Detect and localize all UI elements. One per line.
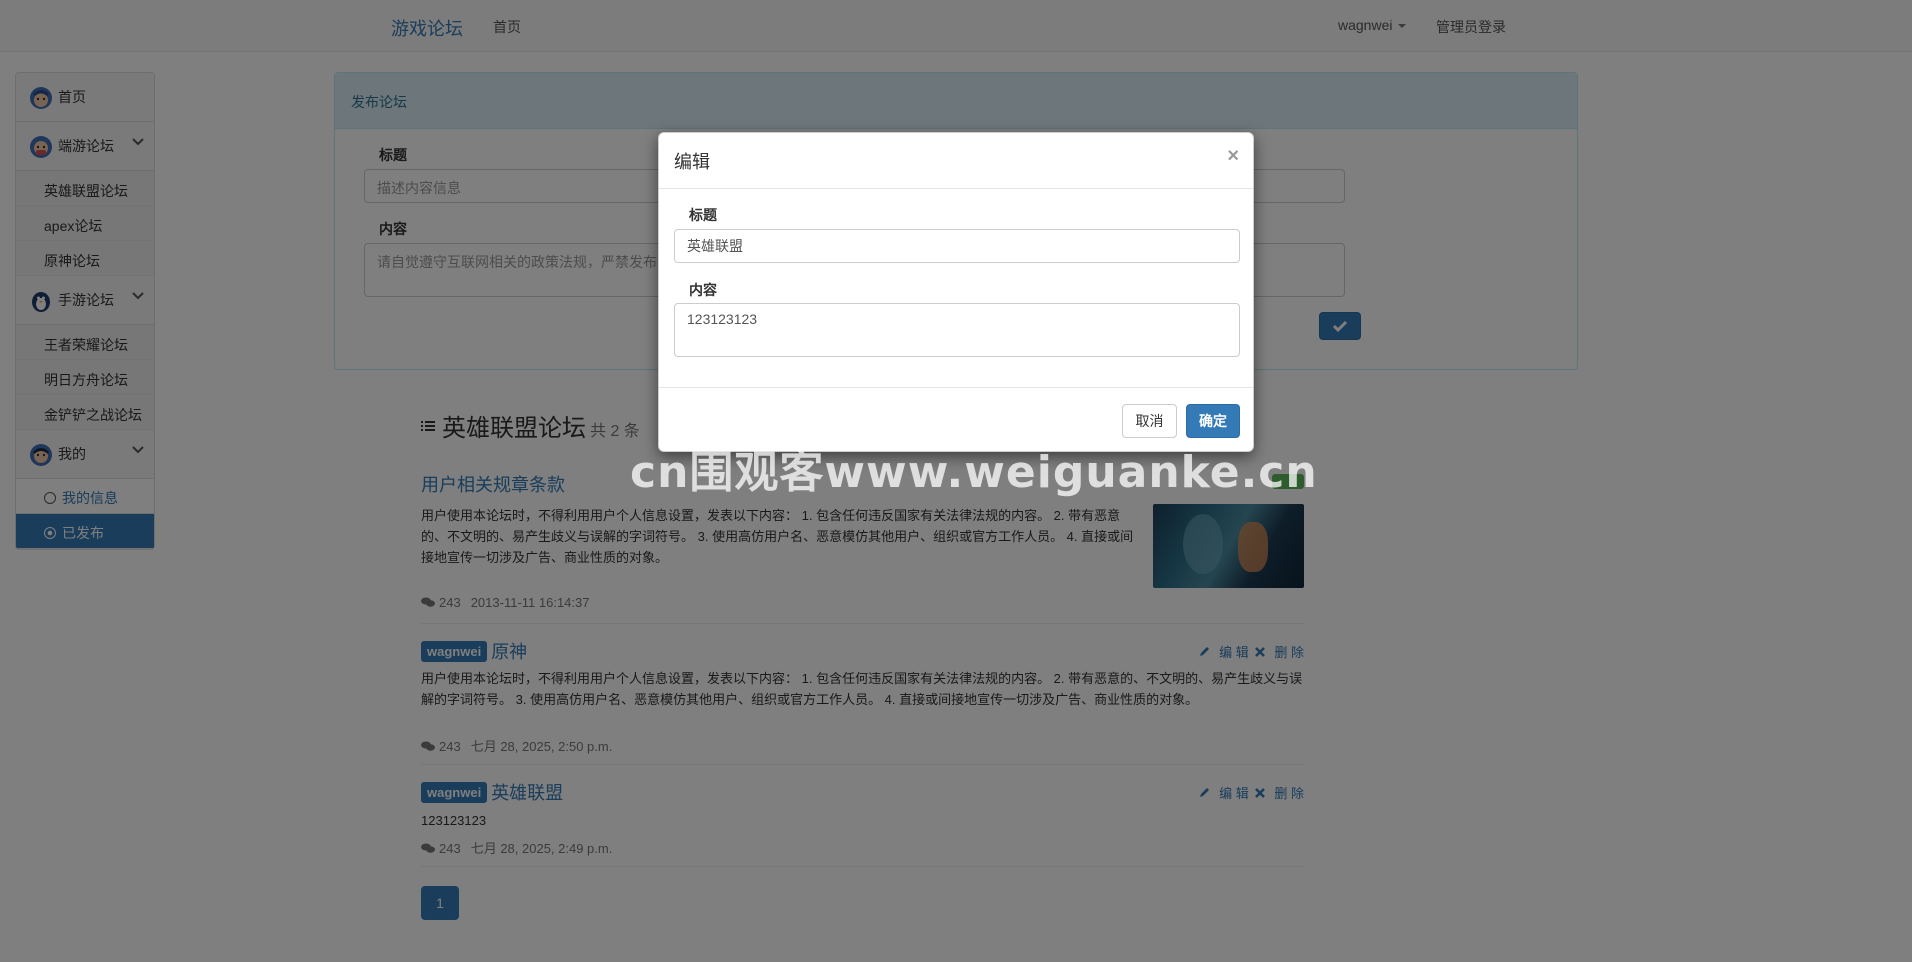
modal-title-label: 标题 bbox=[689, 207, 717, 223]
modal-content-label: 内容 bbox=[689, 282, 717, 298]
close-button[interactable]: × bbox=[1227, 146, 1239, 166]
modal-footer-divider bbox=[659, 387, 1253, 388]
modal-content-textarea[interactable]: 123123123 bbox=[674, 303, 1240, 357]
modal-title-input[interactable]: 英雄联盟 bbox=[674, 229, 1240, 263]
modal-title: 编辑 bbox=[674, 152, 710, 172]
confirm-button[interactable]: 确定 bbox=[1186, 404, 1240, 438]
modal-header: 编辑 × bbox=[659, 133, 1253, 189]
watermark: cn围观客www.weiguanke.cn bbox=[630, 447, 1318, 498]
edit-modal: 编辑 × 标题 英雄联盟 内容 123123123 取消 确定 bbox=[658, 132, 1254, 452]
cancel-button[interactable]: 取消 bbox=[1122, 404, 1177, 438]
